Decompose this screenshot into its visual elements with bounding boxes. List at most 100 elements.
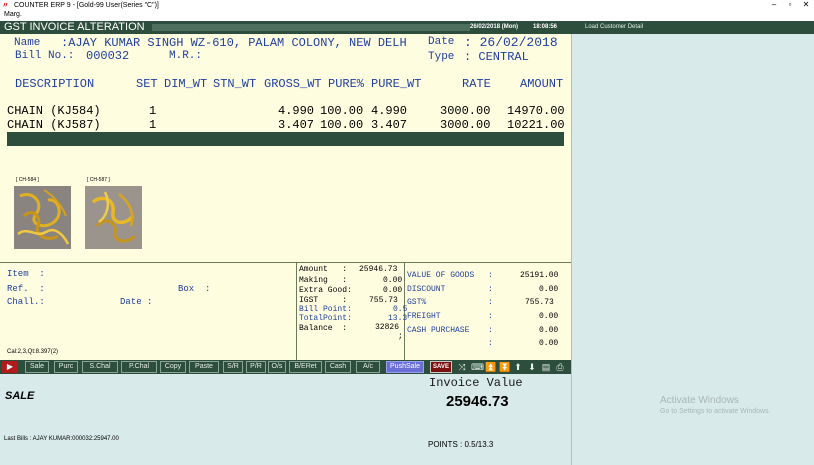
- last-record-icon[interactable]: ⏬: [499, 361, 510, 373]
- col-amount: AMOUNT: [520, 77, 564, 91]
- copy-button[interactable]: Copy: [160, 361, 186, 373]
- save-button[interactable]: SAVE: [430, 361, 452, 373]
- chall-date-label: Date :: [120, 297, 153, 307]
- purchase-challan-button[interactable]: P.Chal: [121, 361, 157, 373]
- outstanding-button[interactable]: O/s: [268, 361, 286, 373]
- igst-label: IGST :: [299, 296, 348, 305]
- invoice-value: 25946.73: [446, 393, 509, 410]
- keyboard-icon[interactable]: ⌨: [471, 361, 484, 373]
- item-thumbnail[interactable]: [ CH-584 ]: [14, 177, 71, 249]
- shuffle-icon[interactable]: ⤨: [457, 361, 467, 373]
- box-label: Box :: [178, 284, 211, 294]
- header-date: 26/02/2018 (Mon): [470, 24, 519, 30]
- extra-good-label: Extra Good:: [299, 286, 352, 295]
- igst-value: 755.73: [369, 296, 398, 305]
- making-label: Making :: [299, 276, 348, 285]
- colon: :: [488, 326, 493, 335]
- row-rate: 3000.00: [440, 118, 491, 132]
- purchase-button[interactable]: Purc: [54, 361, 78, 373]
- type-label: Type: [428, 51, 455, 63]
- bill-point-value: 0.5: [393, 305, 408, 314]
- play-icon[interactable]: ▶: [2, 361, 18, 373]
- invoice-type-field[interactable]: : CENTRAL: [464, 50, 529, 64]
- cash-purchase-value: 0.00: [539, 326, 559, 335]
- push-sale-button[interactable]: PushSale: [386, 361, 424, 373]
- colon: :: [488, 271, 493, 280]
- row-gross-wt: 4.990: [278, 104, 315, 118]
- balance-suffix: ;: [398, 332, 403, 341]
- row-pure-wt: 4.990: [371, 104, 408, 118]
- arrow-down-icon[interactable]: ⬇: [527, 361, 537, 373]
- window-titlebar: 〃 COUNTER ERP 9 - [Gold-99 User(Series "…: [0, 0, 814, 10]
- freight-value: 0.00: [539, 312, 559, 321]
- invoice-date-field[interactable]: : 26/02/2018: [464, 35, 558, 50]
- sale-return-button[interactable]: S/R: [223, 361, 243, 373]
- freight-label: FREIGHT: [407, 312, 441, 321]
- date-label: Date: [428, 36, 455, 48]
- gst-value: 755.73: [525, 298, 554, 307]
- row-amount: 10221.00: [507, 118, 565, 132]
- arrow-up-icon[interactable]: ⬆: [513, 361, 523, 373]
- colon: :: [488, 312, 493, 321]
- cash-button[interactable]: Cash: [325, 361, 351, 373]
- minimize-icon[interactable]: –: [766, 0, 782, 10]
- col-gross-wt: GROSS_WT: [264, 77, 322, 91]
- sale-challan-button[interactable]: S.Chal: [82, 361, 118, 373]
- page-icon[interactable]: ▤: [541, 361, 551, 373]
- row-selection-bar[interactable]: [7, 132, 564, 146]
- gold-chain-photo: [85, 186, 142, 249]
- menu-marg[interactable]: Marg.: [4, 11, 22, 18]
- watermark-title: Activate Windows: [660, 395, 739, 406]
- balance-label: Balance :: [299, 324, 348, 333]
- load-customer-detail-link[interactable]: Load Customer Detail: [585, 21, 643, 34]
- table-row[interactable]: CHAIN (KJ584) 1 4.990 100.00 4.990 3000.…: [0, 104, 571, 118]
- bill-no-field[interactable]: 000032: [86, 49, 129, 63]
- header-info-strip: [152, 24, 470, 31]
- thumbnail-caption: [ CH-587 ]: [87, 177, 110, 183]
- row-description: CHAIN (KJ584): [7, 104, 101, 118]
- extra-row-value: 0.00: [539, 339, 559, 348]
- col-dim-wt: DIM_WT: [164, 77, 208, 91]
- points-info: POINTS : 0.5/13.3: [428, 440, 494, 449]
- col-pure-pct: PURE%: [328, 77, 365, 91]
- value-of-goods-value: 25191.00: [520, 271, 559, 280]
- col-description: DESCRIPTION: [15, 77, 95, 91]
- amount-label: Amount :: [299, 265, 348, 274]
- watermark-subtitle: Go to Settings to activate Windows.: [660, 408, 771, 415]
- row-amount: 14970.00: [507, 104, 565, 118]
- action-toolbar: ▶ Sale Purc S.Chal P.Chal Copy Paste S/R…: [0, 360, 571, 374]
- first-record-icon[interactable]: ⏫: [485, 361, 496, 373]
- print-icon[interactable]: ⎙: [555, 361, 565, 373]
- customer-name-field[interactable]: :AJAY KUMAR SINGH WZ-610, PALAM COLONY, …: [61, 36, 407, 50]
- colon: :: [488, 298, 493, 307]
- b-eret-button[interactable]: B/ERet: [289, 361, 322, 373]
- calc-info: Cal:2,3,Qt:8.397(2): [7, 349, 59, 355]
- discount-value: 0.00: [539, 285, 559, 294]
- sale-button[interactable]: Sale: [25, 361, 49, 373]
- colon: :: [488, 339, 493, 348]
- row-pure-pct: 100.00: [320, 118, 364, 132]
- items-table-header: DESCRIPTION SET DIM_WT STN_WT GROSS_WT P…: [0, 77, 571, 93]
- row-pure-pct: 100.00: [320, 104, 364, 118]
- gold-chain-photo: [14, 186, 71, 249]
- maximize-icon[interactable]: ▫: [782, 0, 798, 10]
- balance-value: 32826: [375, 323, 400, 332]
- close-icon[interactable]: ✕: [798, 0, 814, 10]
- total-point-label: TotalPoint:: [299, 314, 352, 323]
- invoice-panel: Name :AJAY KUMAR SINGH WZ-610, PALAM COL…: [0, 34, 571, 360]
- window-title: COUNTER ERP 9 - [Gold-99 User(Series "C"…: [14, 1, 159, 9]
- purchase-return-button[interactable]: P/R: [246, 361, 266, 373]
- table-row[interactable]: CHAIN (KJ587) 1 3.407 100.00 3.407 3000.…: [0, 118, 571, 132]
- paste-button[interactable]: Paste: [189, 361, 219, 373]
- amount-value: 25946.73: [359, 265, 398, 274]
- ref-label: Ref. :: [7, 284, 45, 294]
- item-label: Item :: [7, 269, 45, 279]
- col-set: SET: [136, 77, 158, 91]
- item-thumbnail[interactable]: [ CH-587 ]: [85, 177, 142, 249]
- section-divider: [0, 262, 571, 263]
- thumbnail-caption: [ CH-584 ]: [16, 177, 39, 183]
- customer-detail-panel: Activate Windows Go to Settings to activ…: [571, 34, 814, 465]
- account-button[interactable]: A/c: [356, 361, 380, 373]
- bill-point-label: Bill Point:: [299, 305, 352, 314]
- total-point-value: 13.3: [388, 314, 408, 323]
